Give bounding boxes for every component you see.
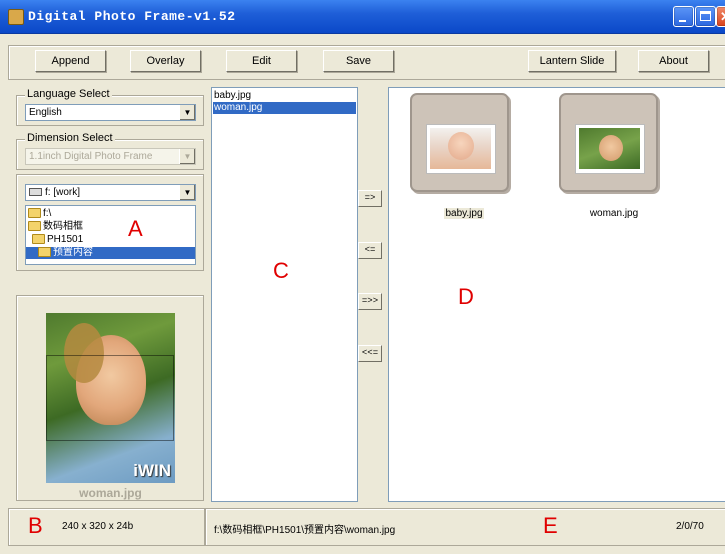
crop-rectangle[interactable] [46, 355, 174, 441]
about-button[interactable]: About [638, 50, 709, 72]
window-title: Digital Photo Frame-v1.52 [28, 9, 236, 24]
annotation-d: D [458, 284, 474, 309]
thumbnail-caption-woman: woman.jpg [589, 208, 639, 219]
minimize-icon[interactable] [673, 6, 694, 27]
remove-arrow-button[interactable]: <= [358, 242, 382, 259]
dimension-value: 1.1inch Digital Photo Frame [29, 151, 153, 162]
annotation-c: C [273, 258, 289, 283]
brand-watermark: iWIN [133, 461, 171, 480]
tree-item-ph1501[interactable]: PH1501 [32, 234, 83, 246]
folder-icon [28, 221, 41, 232]
language-value: English [29, 107, 62, 118]
add-all-button[interactable]: =>> [358, 293, 382, 310]
drive-select[interactable]: f: [work] ▼ [25, 184, 196, 201]
maximize-icon[interactable] [695, 6, 716, 27]
tree-item-digital-frame[interactable]: 数码相框 [28, 221, 83, 233]
chevron-down-icon[interactable]: ▼ [179, 185, 195, 200]
preview-caption: woman.jpg [79, 486, 142, 500]
edit-button[interactable]: Edit [226, 50, 297, 72]
append-button[interactable]: Append [35, 50, 106, 72]
chevron-down-icon[interactable]: ▼ [179, 105, 195, 120]
annotation-e: E [543, 513, 558, 538]
dimension-select[interactable]: 1.1inch Digital Photo Frame ▼ [25, 148, 196, 165]
photo-mat [426, 124, 496, 174]
image-dimensions: 240 x 320 x 24b [62, 521, 134, 532]
file-path: f:\数码相框\PH1501\预置内容\woman.jpg [214, 525, 396, 536]
add-arrow-button[interactable]: => [358, 190, 382, 207]
thumbnail-woman[interactable] [559, 93, 658, 192]
lantern-slide-button[interactable]: Lantern Slide [528, 50, 616, 72]
thumbnail-baby[interactable] [410, 93, 509, 192]
drive-value: f: [work] [45, 187, 81, 198]
language-label: Language Select [25, 88, 112, 100]
overlay-button[interactable]: Overlay [130, 50, 201, 72]
page-counter: 2/0/70 [676, 521, 704, 532]
open-folder-icon [38, 247, 51, 258]
drive-icon [29, 188, 42, 197]
save-button[interactable]: Save [323, 50, 394, 72]
thumbnail-panel[interactable]: baby.jpg woman.jpg [388, 87, 725, 502]
tree-item-root[interactable]: f:\ [28, 208, 51, 220]
folder-icon [28, 208, 41, 219]
app-icon[interactable] [8, 9, 24, 25]
annotation-b: B [28, 513, 43, 538]
annotation-a: A [128, 216, 143, 241]
folder-icon [32, 234, 45, 245]
photo-mat [575, 124, 645, 174]
close-icon[interactable]: ✕ [716, 6, 725, 27]
file-list[interactable]: baby.jpg woman.jpg [211, 87, 358, 502]
woman-face [599, 135, 623, 161]
file-item[interactable]: baby.jpg [214, 90, 251, 102]
folder-tree[interactable]: f:\ 数码相框 PH1501 预置内容 [25, 205, 196, 265]
chevron-down-icon[interactable]: ▼ [179, 149, 195, 164]
file-item-selected[interactable]: woman.jpg [213, 102, 356, 114]
preview-image: iWIN [46, 313, 175, 483]
baby-photo [430, 128, 491, 169]
thumbnail-caption-baby: baby.jpg [444, 208, 484, 219]
baby-face [448, 132, 474, 160]
language-select[interactable]: English ▼ [25, 104, 196, 121]
remove-all-button[interactable]: <<= [358, 345, 382, 362]
dimension-label: Dimension Select [25, 132, 115, 144]
tree-item-preset[interactable]: 预置内容 [26, 247, 195, 259]
woman-photo [579, 128, 640, 169]
